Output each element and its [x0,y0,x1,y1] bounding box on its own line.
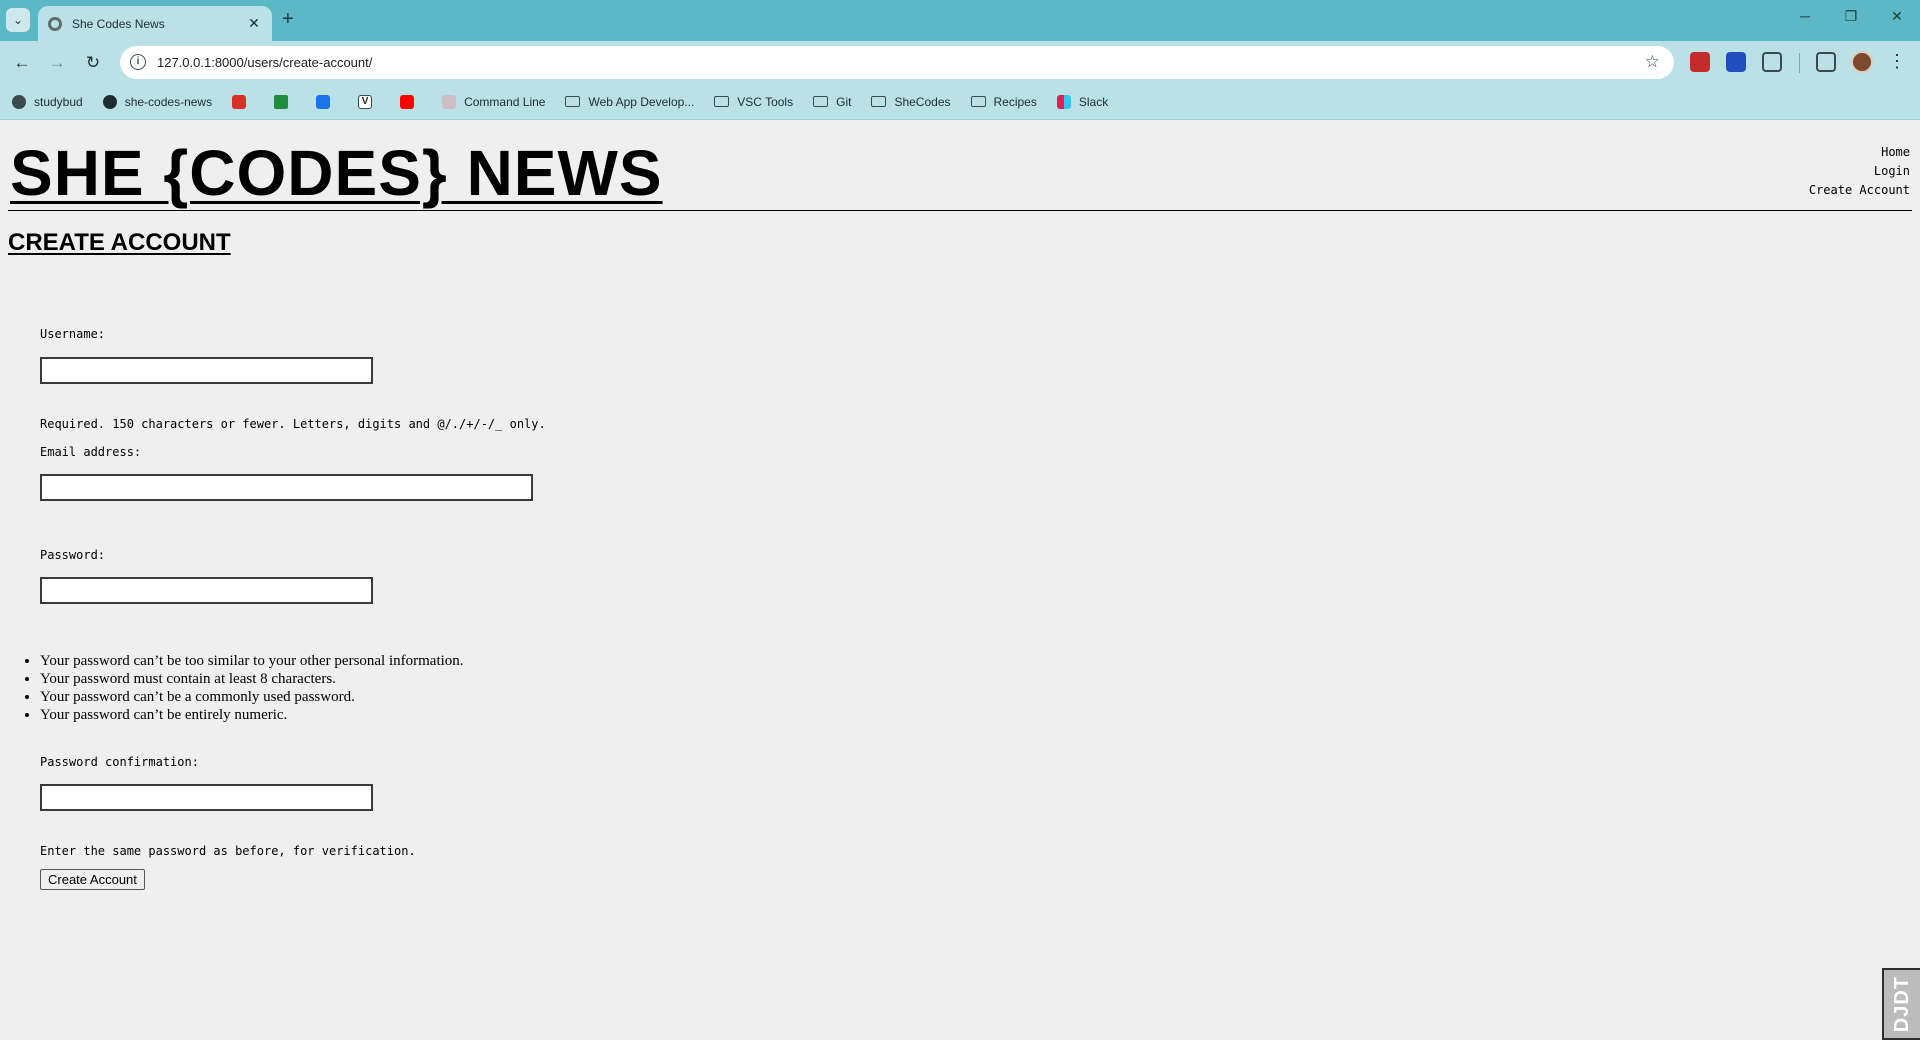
folder-icon [813,96,829,107]
email-field[interactable] [40,474,533,501]
browser-toolbar: ← → ↻ i 127.0.0.1:8000/users/create-acco… [0,41,1920,84]
bookmark-label: she-codes-news [124,94,213,109]
password-rule-item: Your password can’t be entirely numeric. [40,706,464,724]
bookmark-slack[interactable]: Slack [1056,94,1109,109]
bookmark-label: Command Line [464,94,546,109]
site-nav: Home Login Create Account [1809,143,1910,200]
v-icon: V [358,94,373,109]
djdt-label: DJDT [1890,975,1913,1033]
youtube-icon [400,94,415,109]
create-account-button[interactable]: Create Account [40,869,145,890]
bookmarks-bar: studybud she-codes-news V Command Line W… [0,84,1920,120]
bookmark-label: Recipes [993,94,1037,109]
extension-blue-icon[interactable] [1726,52,1746,72]
window-close-icon[interactable]: ✕ [1882,8,1912,25]
bookmark-label: Web App Develop... [588,94,695,109]
calendar-icon [316,94,331,109]
restore-icon[interactable]: ❐ [1836,8,1866,25]
username-field[interactable] [40,357,373,384]
bookmark-label: SheCodes [894,94,951,109]
bookmark-label: VSC Tools [737,94,794,109]
nav-login-link[interactable]: Login [1809,162,1910,181]
bookmark-studybud[interactable]: studybud [12,94,83,109]
forward-arrow-icon[interactable]: → [44,50,70,76]
page-viewport: SHE {CODES} NEWS Home Login Create Accou… [0,121,1920,1040]
gmail-icon [232,94,247,109]
password-label: Password: [40,548,106,562]
tab-strip: ⌄ She Codes News ✕ + ─ ❐ ✕ [0,0,1920,41]
nav-create-account-link[interactable]: Create Account [1809,181,1910,200]
bookmark-label: studybud [34,94,83,109]
close-icon[interactable]: ✕ [246,15,262,32]
bookmark-shecodes[interactable]: SheCodes [871,94,951,109]
nav-home-link[interactable]: Home [1809,143,1910,162]
toolbar-divider [1799,53,1800,73]
side-panel-icon[interactable] [1816,52,1836,72]
bookmark-label: Slack [1078,94,1109,109]
bookmark-vsc-tools[interactable]: VSC Tools [714,95,793,109]
ublock-shield-icon[interactable] [1690,52,1710,72]
email-label: Email address: [40,445,142,459]
kebab-menu-icon[interactable]: ⋮ [1888,51,1906,71]
bookmark-gmail[interactable] [232,94,254,109]
profile-avatar[interactable] [1851,51,1873,73]
extensions-puzzle-icon[interactable] [1762,52,1782,72]
drive-icon [274,94,289,109]
bookmark-she-codes-news[interactable]: she-codes-news [102,94,213,109]
slack-icon [1056,94,1071,109]
reload-icon[interactable]: ↻ [80,50,106,76]
site-info-icon[interactable]: i [130,54,146,70]
bookmark-v[interactable]: V [358,94,380,109]
password-confirmation-label: Password confirmation: [40,755,199,769]
tab-active[interactable]: She Codes News ✕ [38,6,272,41]
tab-title: She Codes News [72,16,165,31]
password-rules-list: Your password can’t be too similar to yo… [40,652,464,724]
password-rule-item: Your password must contain at least 8 ch… [40,670,464,688]
password-field[interactable] [40,577,373,604]
url-text[interactable]: 127.0.0.1:8000/users/create-account/ [157,55,372,70]
folder-icon [871,96,887,107]
new-tab-plus-icon[interactable]: + [282,9,294,29]
create-account-form: Username: Required. 150 characters or fe… [40,121,940,1040]
address-bar[interactable]: i 127.0.0.1:8000/users/create-account/ ☆ [120,46,1674,79]
folder-icon [970,96,986,107]
django-debug-toolbar-handle[interactable]: DJDT [1882,968,1920,1040]
bookmark-command-line[interactable]: Command Line [442,94,546,109]
bookmark-youtube[interactable] [400,94,422,109]
page-icon [442,94,457,109]
bookmark-recipes[interactable]: Recipes [970,94,1037,109]
bookmark-calendar[interactable] [316,94,338,109]
folder-icon [714,96,730,107]
password-rule-item: Your password can’t be too similar to yo… [40,652,464,670]
username-label: Username: [40,327,106,341]
bookmark-git[interactable]: Git [813,95,851,109]
globe-icon [48,16,62,31]
globe-icon [102,94,117,109]
bookmark-star-icon[interactable]: ☆ [1645,52,1660,72]
minimize-icon[interactable]: ─ [1790,8,1820,24]
globe-icon [12,94,26,109]
tab-search-chevron-icon[interactable]: ⌄ [6,8,30,32]
password-confirmation-field[interactable] [40,784,373,811]
bookmark-web-app-develop[interactable]: Web App Develop... [565,95,694,109]
username-help-text: Required. 150 characters or fewer. Lette… [40,417,546,431]
password-rule-item: Your password can’t be a commonly used p… [40,688,464,706]
bookmark-label: Git [836,94,852,109]
bookmark-drive[interactable] [274,94,296,109]
password-confirmation-help-text: Enter the same password as before, for v… [40,844,416,858]
folder-icon [565,96,581,107]
back-arrow-icon[interactable]: ← [9,50,35,76]
